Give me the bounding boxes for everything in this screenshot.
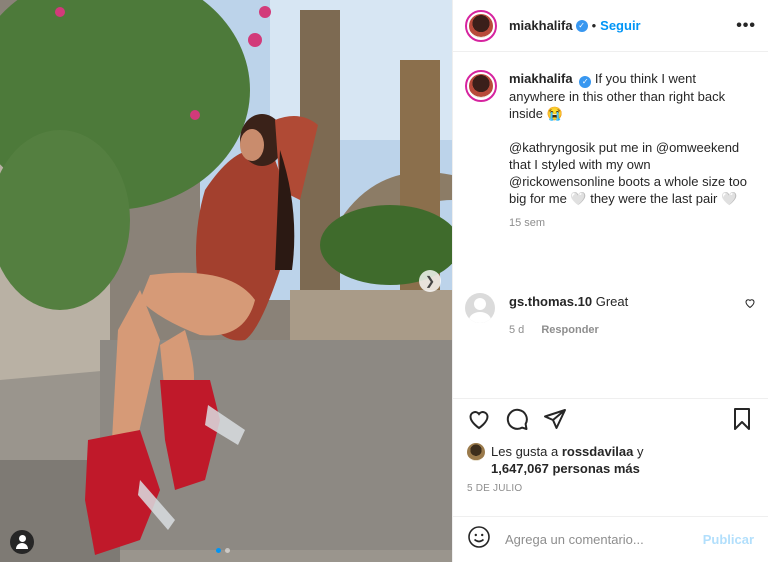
caption-time[interactable]: 15 sem [509, 217, 749, 229]
comment-icon[interactable] [505, 407, 529, 436]
post-side-panel: miakhalifa ✓ • Seguir ••• miakhalifa ✓ I… [452, 0, 768, 562]
carousel-dot [225, 548, 230, 553]
emoji-icon[interactable] [467, 525, 491, 554]
follow-button[interactable]: Seguir [600, 18, 640, 33]
carousel-dots [214, 548, 232, 553]
likes-count[interactable]: 1,647,067 personas más [491, 461, 640, 476]
next-arrow-icon[interactable]: ❯ [419, 270, 441, 292]
heart-icon[interactable] [467, 407, 491, 436]
comment-meta: 5 d Responder [509, 324, 749, 336]
actions-section: Les gusta a rossdavilaa y 1,647,067 pers… [453, 398, 768, 494]
action-icons [467, 407, 754, 435]
comment-text: gs.thomas.10 Great [509, 293, 749, 310]
caption-text: miakhalifa ✓ If you think I went anywher… [509, 70, 749, 207]
caption-line2: @kathryngosik put me in @omweekend that … [509, 140, 747, 206]
separator-dot: • [591, 18, 597, 33]
caption-username[interactable]: miakhalifa [509, 71, 573, 86]
post-header: miakhalifa ✓ • Seguir ••• [453, 0, 768, 52]
caption: miakhalifa ✓ If you think I went anywher… [465, 70, 756, 229]
comment-row: gs.thomas.10 Great 5 d Responder [465, 293, 756, 336]
comments-section: miakhalifa ✓ If you think I went anywher… [453, 52, 768, 398]
user-tag-icon[interactable] [10, 530, 34, 554]
liker-avatar[interactable] [467, 443, 485, 461]
likes-prefix: Les gusta a [491, 444, 562, 459]
verified-icon: ✓ [579, 76, 592, 88]
carousel-dot-active [216, 548, 221, 553]
caption-avatar[interactable] [465, 70, 497, 102]
photo-scene [0, 0, 452, 562]
verified-icon: ✓ [575, 19, 588, 32]
comment-input[interactable]: Agrega un comentario... [505, 532, 644, 547]
comment-avatar[interactable] [465, 293, 495, 323]
post-date[interactable]: 5 DE JULIO [467, 483, 754, 494]
likes-connector: y [633, 444, 644, 459]
comment-time[interactable]: 5 d [509, 324, 524, 336]
reply-button[interactable]: Responder [541, 324, 598, 336]
comment-like-icon[interactable] [744, 297, 756, 312]
header-username[interactable]: miakhalifa [509, 18, 573, 33]
bookmark-icon[interactable] [730, 407, 754, 436]
more-icon[interactable]: ••• [736, 17, 756, 35]
publish-button[interactable]: Publicar [703, 532, 754, 547]
avatar[interactable] [465, 9, 497, 42]
likes-summary: Les gusta a rossdavilaa y 1,647,067 pers… [467, 443, 754, 477]
comment-username[interactable]: gs.thomas.10 [509, 294, 592, 309]
likes-user[interactable]: rossdavilaa [562, 444, 634, 459]
share-icon[interactable] [543, 407, 567, 436]
instagram-post-modal: ❯ miakhalifa ✓ • Seguir ••• miakhalifa ✓ [0, 0, 768, 562]
post-photo[interactable]: ❯ [0, 0, 452, 562]
comment-body: Great [595, 294, 629, 309]
add-comment-bar: Agrega un comentario... Publicar [453, 516, 768, 562]
